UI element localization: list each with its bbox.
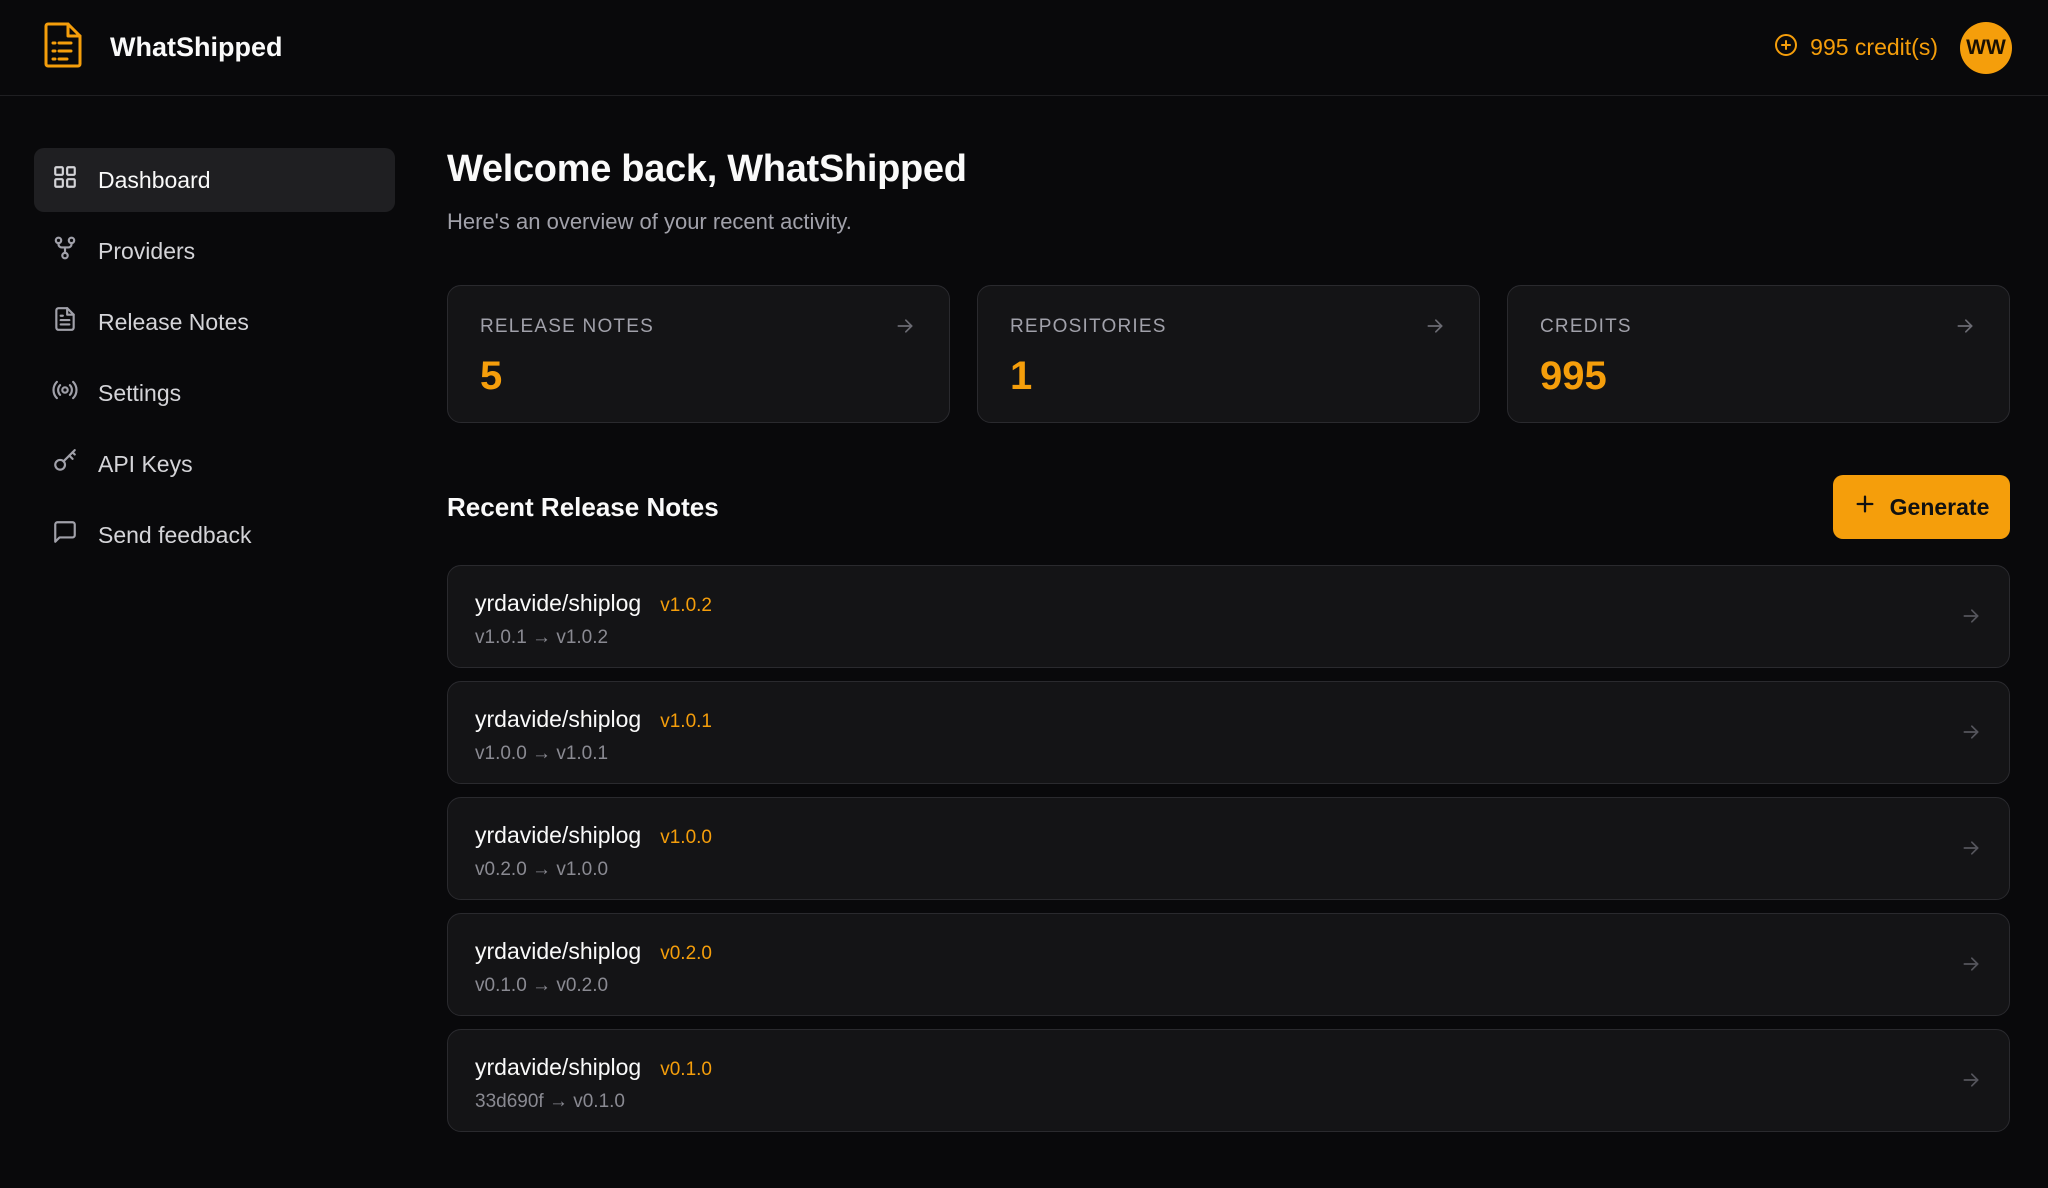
arrow-right-icon — [1961, 722, 1981, 747]
radio-icon — [52, 377, 78, 409]
stat-card-credits[interactable]: CREDITS 995 — [1507, 285, 2010, 423]
note-repo: yrdavide/shiplog — [475, 1054, 642, 1080]
generate-label: Generate — [1889, 493, 1990, 520]
sidebar-item-label: Release Notes — [98, 308, 249, 335]
arrow-right-icon — [1961, 606, 1981, 631]
page-title: Welcome back, WhatShipped — [447, 148, 967, 190]
stat-value: 5 — [480, 354, 503, 398]
sidebar-item-api-keys[interactable]: API Keys — [34, 432, 395, 496]
main-content: Welcome back, WhatShipped Here's an over… — [447, 148, 2010, 1145]
git-fork-icon — [52, 235, 78, 267]
avatar[interactable]: WW — [1960, 21, 2012, 74]
release-note-item[interactable]: yrdavide/shiplog v0.1.0 33d690f → v0.1.0 — [447, 1029, 2010, 1132]
sidebar-item-providers[interactable]: Providers — [34, 219, 395, 283]
recent-header: Recent Release Notes Generate — [447, 475, 2010, 539]
arrow-right-icon — [1961, 954, 1981, 979]
brand[interactable]: WhatShipped — [42, 21, 282, 74]
note-repo: yrdavide/shiplog — [475, 590, 642, 616]
release-note-item[interactable]: yrdavide/shiplog v0.2.0 v0.1.0 → v0.2.0 — [447, 913, 2010, 1016]
note-range: v0.2.0 → v1.0.0 — [475, 859, 609, 880]
note-repo: yrdavide/shiplog — [475, 822, 642, 848]
note-range: v1.0.1 → v1.0.2 — [475, 627, 609, 648]
stat-value: 995 — [1540, 354, 1607, 398]
note-version: v1.0.0 — [660, 827, 712, 848]
stats-row: RELEASE NOTES 5 REPOSITORIES 1 CREDITS 9… — [447, 285, 2010, 423]
arrow-right-icon — [1425, 316, 1445, 341]
sidebar-item-send-feedback[interactable]: Send feedback — [34, 503, 395, 567]
arrow-right-icon — [1955, 316, 1975, 341]
note-version: v0.1.0 — [660, 1059, 712, 1080]
release-note-item[interactable]: yrdavide/shiplog v1.0.1 v1.0.0 → v1.0.1 — [447, 681, 2010, 784]
sidebar-item-dashboard[interactable]: Dashboard — [34, 148, 395, 212]
sidebar-item-label: Send feedback — [98, 521, 252, 548]
note-range: v1.0.0 → v1.0.1 — [475, 743, 609, 764]
app-name: WhatShipped — [110, 32, 283, 62]
release-notes-list: yrdavide/shiplog v1.0.2 v1.0.1 → v1.0.2 … — [447, 565, 2010, 1132]
sidebar-item-label: Settings — [98, 379, 182, 406]
grid-icon — [52, 164, 78, 196]
stat-value: 1 — [1010, 354, 1033, 398]
key-icon — [52, 448, 78, 480]
plus-circle-icon — [1774, 33, 1798, 63]
credits-label: 995 credit(s) — [1810, 34, 1938, 60]
note-version: v0.2.0 — [660, 943, 712, 964]
logo-icon — [42, 21, 84, 74]
sidebar-item-label: Providers — [98, 237, 196, 264]
stat-card-release-notes[interactable]: RELEASE NOTES 5 — [447, 285, 950, 423]
file-text-icon — [52, 306, 78, 338]
stat-label: REPOSITORIES — [1010, 316, 1167, 337]
arrow-right-icon — [1961, 838, 1981, 863]
note-range: 33d690f → v0.1.0 — [475, 1091, 625, 1112]
note-range: v0.1.0 → v0.2.0 — [475, 975, 609, 996]
page-subtitle: Here's an overview of your recent activi… — [447, 209, 852, 234]
stat-label: CREDITS — [1540, 316, 1632, 337]
section-title: Recent Release Notes — [447, 491, 719, 522]
sidebar-item-label: API Keys — [98, 450, 193, 477]
top-bar: WhatShipped 995 credit(s) WW — [0, 0, 2048, 96]
generate-button[interactable]: Generate — [1833, 475, 2010, 539]
credits-indicator[interactable]: 995 credit(s) — [1774, 33, 1938, 63]
note-version: v1.0.2 — [660, 595, 712, 616]
sidebar-item-label: Dashboard — [98, 166, 211, 193]
release-note-item[interactable]: yrdavide/shiplog v1.0.2 v1.0.1 → v1.0.2 — [447, 565, 2010, 668]
note-repo: yrdavide/shiplog — [475, 706, 642, 732]
sidebar: Dashboard Providers Release Notes Settin… — [34, 148, 395, 574]
sidebar-item-settings[interactable]: Settings — [34, 361, 395, 425]
note-repo: yrdavide/shiplog — [475, 938, 642, 964]
release-note-item[interactable]: yrdavide/shiplog v1.0.0 v0.2.0 → v1.0.0 — [447, 797, 2010, 900]
plus-icon — [1854, 493, 1876, 521]
stat-card-repositories[interactable]: REPOSITORIES 1 — [977, 285, 1480, 423]
message-square-icon — [52, 519, 78, 551]
arrow-right-icon — [1961, 1070, 1981, 1095]
sidebar-item-release-notes[interactable]: Release Notes — [34, 290, 395, 354]
note-version: v1.0.1 — [660, 711, 712, 732]
arrow-right-icon — [895, 316, 915, 341]
stat-label: RELEASE NOTES — [480, 316, 654, 337]
